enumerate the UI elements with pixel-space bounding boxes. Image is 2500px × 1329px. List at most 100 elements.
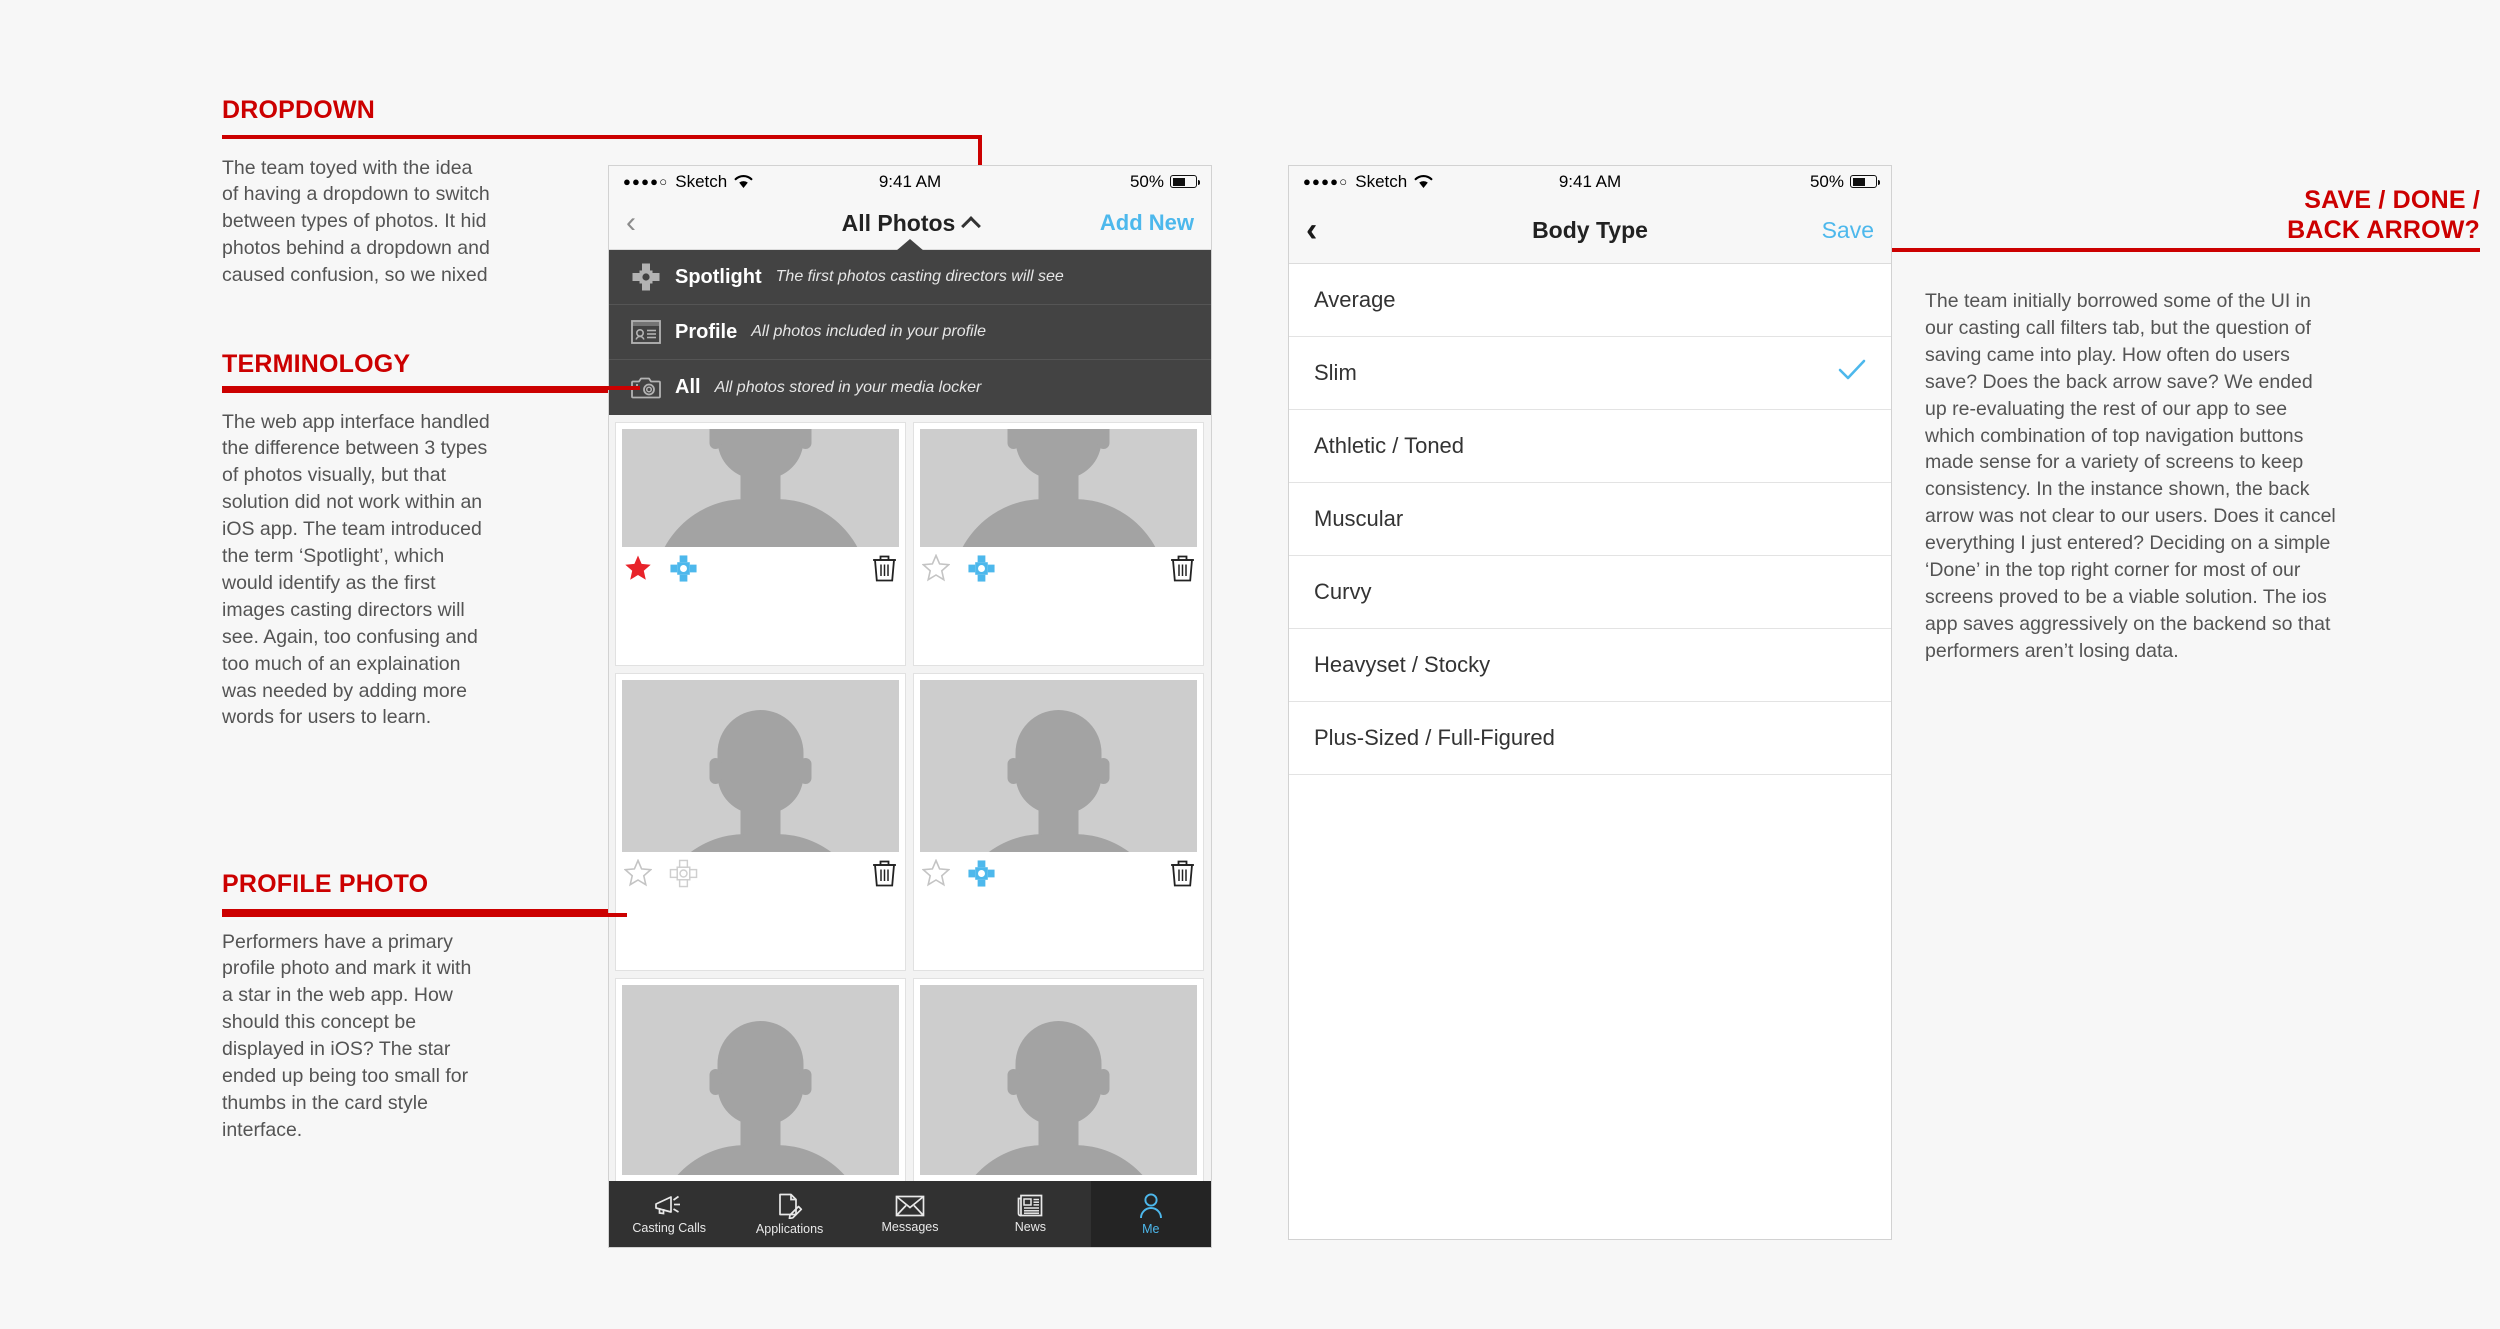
- tab-applications[interactable]: Applications: [729, 1181, 849, 1247]
- star-icon-outline[interactable]: [921, 553, 951, 587]
- star-icon-outline[interactable]: [623, 858, 653, 892]
- photo-card-actions: [622, 547, 899, 594]
- list-item[interactable]: Plus-Sized / Full-Figured: [1289, 702, 1891, 775]
- bottom-tab-bar: Casting Calls Applications Messages News…: [609, 1181, 1211, 1247]
- annotation-terminology: TERMINOLOGY The web app interface handle…: [222, 350, 640, 731]
- annotation-terminology-body: The web app interface handled the differ…: [222, 410, 490, 729]
- status-right: 50%: [1810, 172, 1880, 192]
- list-item-label: Curvy: [1314, 579, 1372, 604]
- list-item[interactable]: Athletic / Toned: [1289, 410, 1891, 483]
- avatar-silhouette-icon: [951, 1021, 1166, 1175]
- annotation-save-done-text: The team initially borrowed some of the …: [1925, 288, 2345, 665]
- avatar-silhouette-icon: [653, 710, 868, 852]
- annotation-profile-photo-title: PROFILE PHOTO: [222, 870, 429, 898]
- avatar-silhouette-icon: [951, 429, 1166, 547]
- dropdown-item-label: All: [675, 376, 701, 398]
- avatar-silhouette-icon: [653, 429, 868, 547]
- tab-news[interactable]: News: [970, 1181, 1090, 1247]
- avatar-silhouette-icon: [951, 710, 1166, 852]
- annotation-dropdown: DROPDOWN The team toyed with the idea of…: [222, 96, 982, 290]
- annotation-terminology-title: TERMINOLOGY: [222, 350, 411, 378]
- nav-bar: ‹ Body Type Save: [1289, 197, 1891, 264]
- photo-thumbnail[interactable]: [622, 680, 899, 852]
- photo-card[interactable]: [615, 673, 906, 971]
- page-title-label: All Photos: [841, 209, 956, 236]
- tab-me[interactable]: Me: [1090, 1181, 1211, 1247]
- list-item[interactable]: Heavyset / Stocky: [1289, 629, 1891, 702]
- photo-thumbnail[interactable]: [920, 985, 1197, 1175]
- star-icon-filled[interactable]: [624, 554, 652, 587]
- person-icon: [1139, 1192, 1162, 1218]
- photo-thumbnail[interactable]: [622, 429, 899, 547]
- page-title: Body Type: [1289, 217, 1891, 244]
- checkmark-icon: [1838, 359, 1866, 387]
- photo-card[interactable]: [913, 673, 1204, 971]
- dropdown-item-profile[interactable]: Profile All photos included in your prof…: [609, 305, 1211, 360]
- list-item[interactable]: Average: [1289, 264, 1891, 337]
- star-icon-outline[interactable]: [921, 858, 951, 892]
- list-item-label: Heavyset / Stocky: [1314, 652, 1491, 677]
- tab-label: Me: [1142, 1221, 1160, 1236]
- envelope-icon: [895, 1195, 925, 1216]
- list-item-label: Athletic / Toned: [1314, 433, 1465, 458]
- trash-icon[interactable]: [872, 554, 897, 587]
- chevron-up-icon: [961, 216, 982, 236]
- signal-dots-icon: ●●●●○: [1303, 174, 1349, 189]
- annotation-save-done-body: The team initially borrowed some of the …: [1925, 290, 2336, 662]
- body-type-list: Average Slim Athletic / Toned Muscular C…: [1289, 264, 1891, 775]
- dropdown-item-desc: The first photos casting directors will …: [775, 268, 1064, 285]
- tab-label: Casting Calls: [632, 1221, 707, 1235]
- connector-profile-photo: [222, 913, 627, 917]
- save-button[interactable]: Save: [1822, 217, 1874, 244]
- tab-casting-calls[interactable]: Casting Calls: [609, 1181, 729, 1247]
- photo-card[interactable]: [615, 422, 906, 666]
- spotlight-icon[interactable]: [669, 859, 698, 893]
- battery-percent-label: 50%: [1129, 171, 1164, 191]
- signal-dots-icon: ●●●●○: [623, 174, 669, 189]
- tab-label: News: [1014, 1220, 1047, 1234]
- spotlight-icon[interactable]: [967, 554, 996, 588]
- newspaper-icon: [1018, 1194, 1043, 1217]
- carrier-label: Sketch: [1355, 171, 1408, 191]
- status-left: ●●●●○ Sketch: [623, 172, 753, 192]
- document-pencil-icon: [778, 1193, 802, 1219]
- list-item[interactable]: Slim: [1289, 337, 1891, 410]
- dropdown-item-desc: All photos included in your profile: [751, 323, 987, 340]
- add-new-button[interactable]: Add New: [1100, 210, 1194, 236]
- battery-icon: [1170, 175, 1200, 188]
- photo-card-actions: [622, 852, 899, 899]
- status-bar: ●●●●○ Sketch 9:41 AM 50%: [1289, 166, 1891, 197]
- photo-type-dropdown: Spotlight The first photos casting direc…: [609, 239, 1211, 415]
- annotation-dropdown-rule: [222, 134, 982, 139]
- megaphone-icon: [655, 1195, 681, 1215]
- trash-icon[interactable]: [872, 859, 897, 892]
- battery-icon: [1850, 175, 1880, 188]
- status-bar: ●●●●○ Sketch 9:41 AM 50%: [609, 166, 1211, 197]
- spotlight-icon[interactable]: [669, 554, 698, 588]
- photo-card-actions: [920, 547, 1197, 594]
- photo-thumbnail[interactable]: [920, 429, 1197, 547]
- annotated-mockup-board: DROPDOWN The team toyed with the idea of…: [0, 0, 2500, 1329]
- connector-dropdown-vertical: [978, 135, 982, 165]
- dropdown-item-all[interactable]: All All photos stored in your media lock…: [609, 360, 1211, 415]
- photo-card[interactable]: [913, 422, 1204, 666]
- trash-icon[interactable]: [1170, 554, 1195, 587]
- spotlight-icon[interactable]: [967, 859, 996, 893]
- list-item[interactable]: Curvy: [1289, 556, 1891, 629]
- annotation-profile-photo-body: Performers have a primary profile photo …: [222, 930, 472, 1141]
- dropdown-item-spotlight[interactable]: Spotlight The first photos casting direc…: [609, 250, 1211, 305]
- annotation-save-done: SAVE / DONE / BACK ARROW?: [2080, 186, 2480, 245]
- list-item-label: Muscular: [1314, 506, 1404, 531]
- photo-thumbnail[interactable]: [920, 680, 1197, 852]
- trash-icon[interactable]: [1170, 859, 1195, 892]
- dropdown-item-label: Profile: [675, 320, 738, 343]
- profile-card-icon: [631, 317, 661, 347]
- list-item[interactable]: Muscular: [1289, 483, 1891, 556]
- status-right: 50%: [1129, 171, 1200, 192]
- annotation-profile-photo: PROFILE PHOTO Performers have a primary …: [222, 870, 627, 1144]
- list-item-label: Average: [1314, 287, 1396, 312]
- tab-messages[interactable]: Messages: [850, 1181, 970, 1247]
- dropdown-item-desc: All photos stored in your media locker: [714, 378, 982, 396]
- photo-thumbnail[interactable]: [622, 985, 899, 1175]
- annotation-save-done-title: SAVE / DONE / BACK ARROW?: [2287, 186, 2480, 244]
